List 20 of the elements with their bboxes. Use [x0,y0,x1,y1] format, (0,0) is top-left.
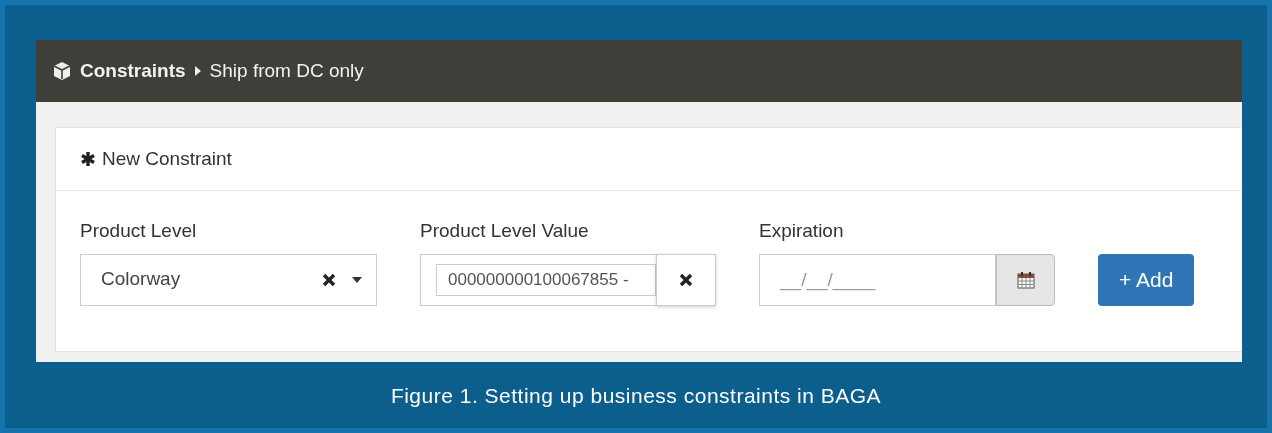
calendar-icon [1016,270,1035,289]
field-label: Product Level [80,219,198,243]
add-button[interactable]: + Add [1098,253,1195,306]
caret-right-icon [193,65,202,77]
clear-icon [679,272,693,287]
figure-caption: Figure 1. Setting up business constraints in BAGA [389,383,883,409]
caret-down-icon[interactable] [352,276,362,283]
clear-button[interactable] [656,253,716,306]
panel-title: New Constraint [102,146,232,171]
calendar-button[interactable] [996,253,1055,306]
breadcrumb-current: Ship from DC only [209,58,364,83]
field-label: Product Level Value [420,219,590,243]
cube-icon [52,61,72,81]
select-field[interactable]: Colorway [80,253,377,306]
tag-input-field[interactable]: 000000000100067855 - [420,253,716,306]
asterisk-icon [80,151,96,167]
breadcrumb-link[interactable]: Constraints [80,56,186,86]
clear-icon[interactable] [322,272,336,287]
field-label: Expiration [759,219,845,243]
date-field[interactable]: __/__/____ [759,253,996,306]
